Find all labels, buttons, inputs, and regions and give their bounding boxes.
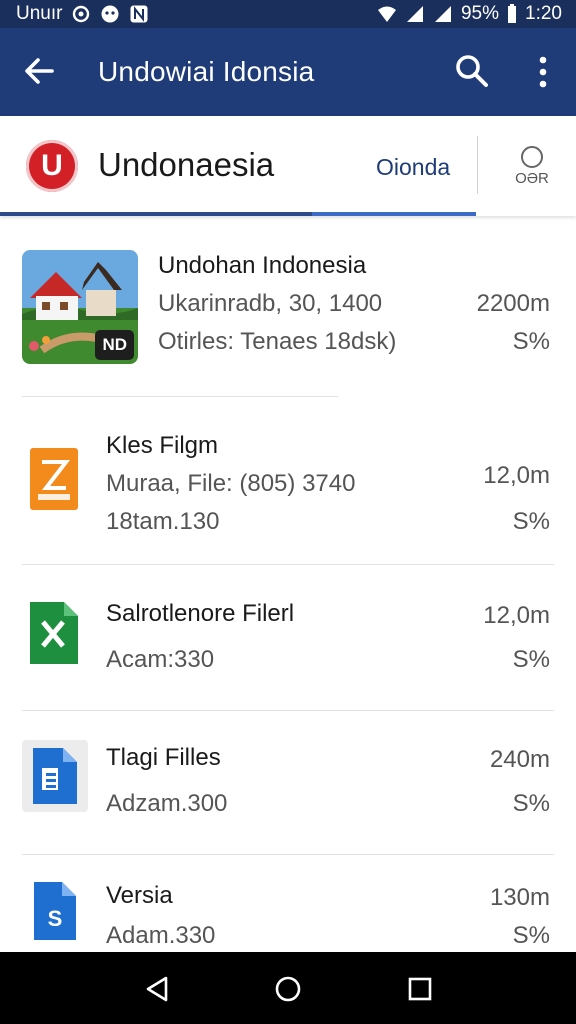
app-n-icon [130,5,148,23]
app-bar: Undowiai Idonsia [0,28,576,116]
list-item[interactable]: Salrotlenore Filerl Acam:330 12,0m S% [0,596,576,706]
zip-icon [30,448,78,510]
clock: 1:20 [525,3,562,24]
brand-header: U Undonaesia Oionda OƏR [0,116,576,216]
file-percent: S% [512,790,550,817]
file-percent: S% [512,646,550,673]
doc-icon [33,748,77,804]
row-divider [22,854,554,855]
file-name: Kles Filgm [106,432,219,459]
back-arrow-icon[interactable] [22,54,56,88]
row-divider [22,564,554,565]
brand-title: Undonaesia [98,146,275,183]
battery-percent: 95% [460,3,500,24]
file-size: 2200m [476,290,550,317]
app-title: Undowiai Idonsia [98,56,315,87]
sheet-s-icon: S [34,882,76,940]
brand-logo: U [26,140,78,192]
file-size: 12,0m [483,462,550,489]
list-item[interactable]: ND Undohan Indonesia Ukarinradb, 30, 140… [0,248,576,368]
doc-thumbnail [22,740,88,812]
circle-icon [521,146,543,168]
photo-thumbnail: ND [22,250,138,364]
file-meta: Acam:330 [106,646,215,673]
header-link[interactable]: Oionda [376,154,450,181]
list-item[interactable]: S Versia Adam.330 130m S% [0,878,576,958]
row-divider [22,396,338,397]
battery-icon [508,4,517,23]
file-meta-2: 18tam.130 [106,508,220,535]
thumbnail-badge: ND [95,330,134,360]
file-name: Tlagi Filles [106,744,221,771]
file-size: 130m [489,884,550,911]
more-vert-icon[interactable] [530,54,556,90]
file-size: 240m [489,746,550,773]
file-name: Versia [106,882,173,909]
status-bar: Unuır 95% 1:20 [0,0,576,28]
search-icon[interactable] [453,52,491,90]
header-action-label: OƏR [515,170,549,187]
list-item[interactable]: Kles Filgm Muraa, File: (805) 3740 18tam… [0,428,576,548]
signal-icon [406,6,423,22]
file-percent: S% [512,922,550,949]
header-action-button[interactable]: OƏR [508,142,556,206]
settings-icon [73,5,90,23]
excel-icon [30,602,78,664]
logo-letter: U [41,149,63,182]
wifi-icon [377,6,396,22]
file-size: 12,0m [483,602,550,629]
nav-home-icon[interactable] [273,974,303,1004]
system-nav-bar [0,952,576,1024]
carrier-label: Unuır [16,3,63,24]
tab-indicator-accent [312,212,476,216]
file-meta: Adam.330 [106,922,216,949]
file-meta: Muraa, File: (805) 3740 [106,470,356,497]
list-item[interactable]: Tlagi Filles Adzam.300 240m S% [0,740,576,850]
file-meta-2: Otirles: Tenaes 18dsk) [158,328,397,355]
file-name: Undohan Indonesia [158,252,367,279]
file-percent: S% [512,328,550,355]
header-divider [477,136,478,194]
nav-back-icon[interactable] [142,974,172,1004]
file-percent: S% [512,508,550,535]
file-meta: Adzam.300 [106,790,228,817]
nav-recents-icon[interactable] [405,974,435,1004]
signal-2-icon [434,6,451,22]
svg-text:S: S [48,906,63,931]
tab-indicator [0,212,476,216]
file-meta: Ukarinradb, 30, 1400 [158,290,383,317]
notification-icon [101,5,119,23]
row-divider [22,710,554,711]
file-name: Salrotlenore Filerl [106,600,295,627]
